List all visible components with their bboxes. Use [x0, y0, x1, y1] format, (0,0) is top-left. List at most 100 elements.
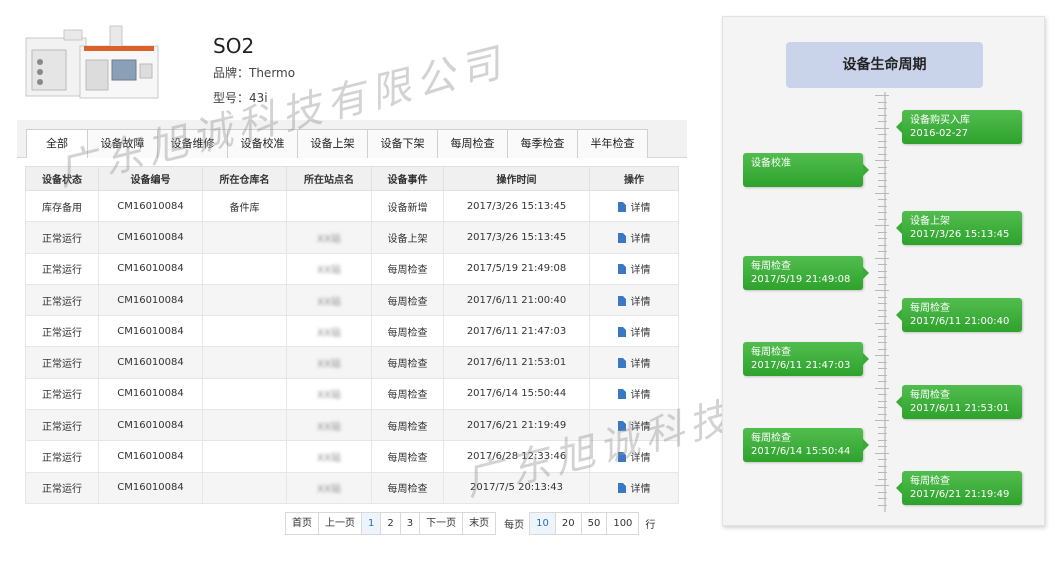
- cell-time-text: 2017/6/28 12:33:46: [466, 451, 567, 463]
- lifecycle-event-card: 每周检查 2017/5/19 21:49:08: [743, 256, 869, 290]
- timeline-tick: [875, 95, 889, 96]
- cell-warehouse: [202, 346, 287, 379]
- details-link[interactable]: 详情: [617, 264, 651, 276]
- cell-event: 每周检查: [371, 252, 444, 285]
- timeline-tick: [878, 134, 887, 135]
- cell-action: 详情: [589, 221, 679, 254]
- tab-all[interactable]: 全部: [26, 129, 88, 158]
- last-page-button[interactable]: 末页: [462, 512, 497, 535]
- timeline-tick: [878, 446, 887, 447]
- document-icon: [617, 201, 626, 212]
- details-link[interactable]: 详情: [617, 201, 651, 214]
- timeline-tick: [878, 498, 887, 499]
- timeline-tick: [878, 199, 887, 200]
- tab-halfyear-check[interactable]: 半年检查: [577, 129, 648, 158]
- cell-time: 2017/6/11 21:53:01: [443, 346, 590, 379]
- page-1-button[interactable]: 1: [361, 512, 382, 535]
- tab-device-calibration[interactable]: 设备校准: [227, 129, 298, 158]
- cell-status: 正常运行: [25, 377, 99, 411]
- cell-action: 详情: [589, 189, 679, 223]
- timeline-tick: [878, 153, 887, 155]
- cell-site-text: XX站: [317, 453, 341, 465]
- details-link[interactable]: 详情: [617, 232, 651, 245]
- cell-event-text: 每周检查: [387, 421, 428, 433]
- details-link[interactable]: 详情: [617, 420, 651, 433]
- document-icon: [617, 326, 626, 337]
- per-page-10-button[interactable]: 10: [529, 512, 556, 535]
- cell-site-text: XX站: [317, 359, 341, 371]
- timeline-tick: [878, 491, 887, 493]
- lifecycle-event-label: 设备购买入库: [910, 115, 970, 126]
- details-link-label: 详情: [630, 453, 651, 465]
- cell-device-id: CM16010084: [98, 189, 203, 223]
- prev-page-button[interactable]: 上一页: [318, 512, 362, 535]
- next-page-button[interactable]: 下一页: [419, 512, 464, 535]
- cell-site: XX站: [286, 315, 372, 348]
- details-link[interactable]: 详情: [617, 483, 651, 495]
- timeline-tick: [878, 381, 887, 382]
- details-link[interactable]: 详情: [617, 358, 651, 370]
- cell-site: XX站: [286, 471, 372, 504]
- timeline-tick: [878, 316, 887, 317]
- tab-weekly-check[interactable]: 每周检查: [437, 129, 508, 158]
- cell-status-text: 正常运行: [42, 233, 82, 245]
- table-row: 正常运行 CM16010084 XX站 每周检查 2017/6/11 21:47:03 详…: [25, 315, 679, 348]
- document-icon: [617, 452, 626, 463]
- tab-device-unmount[interactable]: 设备下架: [367, 129, 438, 158]
- cell-warehouse: [202, 283, 287, 317]
- document-icon: [617, 295, 626, 306]
- details-link[interactable]: 详情: [617, 295, 651, 308]
- cell-time-text: 2017/3/26 15:13:45: [466, 231, 567, 243]
- lifecycle-title: 设备生命周期: [786, 42, 983, 88]
- cell-time: 2017/3/26 15:13:45: [443, 189, 590, 223]
- cell-device-id-text: CM16010084: [117, 419, 184, 431]
- lifecycle-event-card: 设备购买入库 2016-02-27: [896, 110, 1022, 144]
- cell-warehouse: [202, 221, 287, 254]
- timeline-tick: [878, 101, 887, 103]
- details-link[interactable]: 详情: [617, 389, 651, 401]
- tab-quarterly-check[interactable]: 每季检查: [507, 129, 578, 158]
- timeline-tick: [878, 179, 887, 181]
- details-link-label: 详情: [630, 421, 651, 433]
- timeline-tick: [878, 231, 887, 233]
- col-header-time: 操作时间: [443, 166, 590, 191]
- table-header-row: 设备状态 设备编号 所在仓库名 所在站点名 设备事件 操作时间 操作: [25, 166, 679, 191]
- cell-action: 详情: [589, 471, 679, 504]
- document-icon: [617, 358, 626, 369]
- lifecycle-event-label: 每周检查: [751, 347, 791, 358]
- table-row: 正常运行 CM16010084 XX站 每周检查 2017/6/14 15:50:44 详…: [25, 377, 679, 411]
- per-page-20-button[interactable]: 20: [554, 512, 582, 535]
- details-link[interactable]: 详情: [617, 326, 651, 339]
- cell-device-id-text: CM16010084: [117, 325, 184, 337]
- timeline-tick: [878, 205, 887, 207]
- cell-action: 详情: [589, 283, 679, 317]
- page-3-button[interactable]: 3: [399, 512, 421, 535]
- lifecycle-event-label: 每周检查: [910, 476, 950, 487]
- cell-site-text: XX站: [317, 327, 341, 339]
- timeline-tick: [875, 290, 889, 291]
- per-page-50-button[interactable]: 50: [580, 512, 608, 535]
- table-row: 正常运行 CM16010084 XX站 每周检查 2017/6/11 21:53:01 详…: [25, 346, 679, 379]
- timeline-tick: [878, 361, 887, 363]
- cell-device-id-text: CM16010084: [117, 231, 184, 243]
- cell-event-text: 每周检查: [387, 453, 428, 465]
- first-page-button[interactable]: 首页: [285, 512, 319, 535]
- page-2-button[interactable]: 2: [380, 512, 401, 535]
- tab-device-repair[interactable]: 设备维修: [157, 129, 228, 158]
- per-page-100-button[interactable]: 100: [606, 512, 640, 535]
- cell-event: 每周检查: [371, 409, 444, 442]
- timeline-tick: [875, 355, 889, 356]
- cell-event-text: 每周检查: [387, 265, 428, 277]
- lifecycle-event-card: 设备校准: [743, 153, 869, 187]
- cell-status-text: 库存备用: [42, 202, 82, 214]
- details-link[interactable]: 详情: [617, 452, 651, 465]
- lifecycle-event-label: 每周检查: [910, 303, 950, 314]
- lifecycle-event-date: 2017/6/11 21:47:03: [751, 360, 851, 371]
- tab-device-fault[interactable]: 设备故障: [87, 129, 158, 158]
- timeline-tick: [878, 439, 887, 441]
- cell-action: 详情: [589, 377, 679, 411]
- cell-site-text: XX站: [317, 233, 341, 245]
- cell-site-text: XX站: [317, 296, 341, 308]
- tab-device-mount[interactable]: 设备上架: [297, 129, 368, 158]
- timeline-tick: [878, 251, 887, 252]
